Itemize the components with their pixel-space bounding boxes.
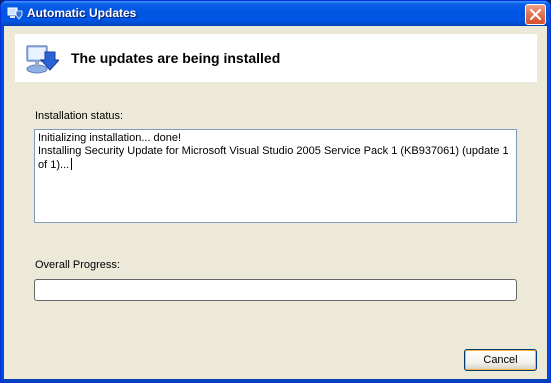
automatic-updates-window: Automatic Updates The updates are being … — [0, 0, 551, 383]
header-panel: The updates are being installed — [15, 34, 537, 82]
title-bar[interactable]: Automatic Updates — [1, 1, 550, 26]
windows-update-icon — [7, 7, 23, 20]
windows-update-icon — [26, 45, 59, 74]
window-border-right — [547, 26, 550, 382]
installation-status-text: Initializing installation... done! Insta… — [38, 132, 509, 171]
overall-progress-bar — [34, 279, 517, 301]
cancel-button[interactable]: Cancel — [464, 349, 537, 371]
window-title: Automatic Updates — [27, 6, 137, 20]
window-border-left — [1, 26, 4, 382]
window-border-bottom — [1, 379, 550, 382]
text-caret — [71, 158, 73, 170]
overall-progress-label: Overall Progress: — [35, 259, 120, 271]
installation-status-label: Installation status: — [35, 110, 124, 122]
close-icon — [530, 9, 541, 20]
close-button[interactable] — [525, 4, 546, 25]
installation-status-textarea[interactable]: Initializing installation... done! Insta… — [34, 129, 517, 223]
page-title: The updates are being installed — [71, 50, 281, 66]
